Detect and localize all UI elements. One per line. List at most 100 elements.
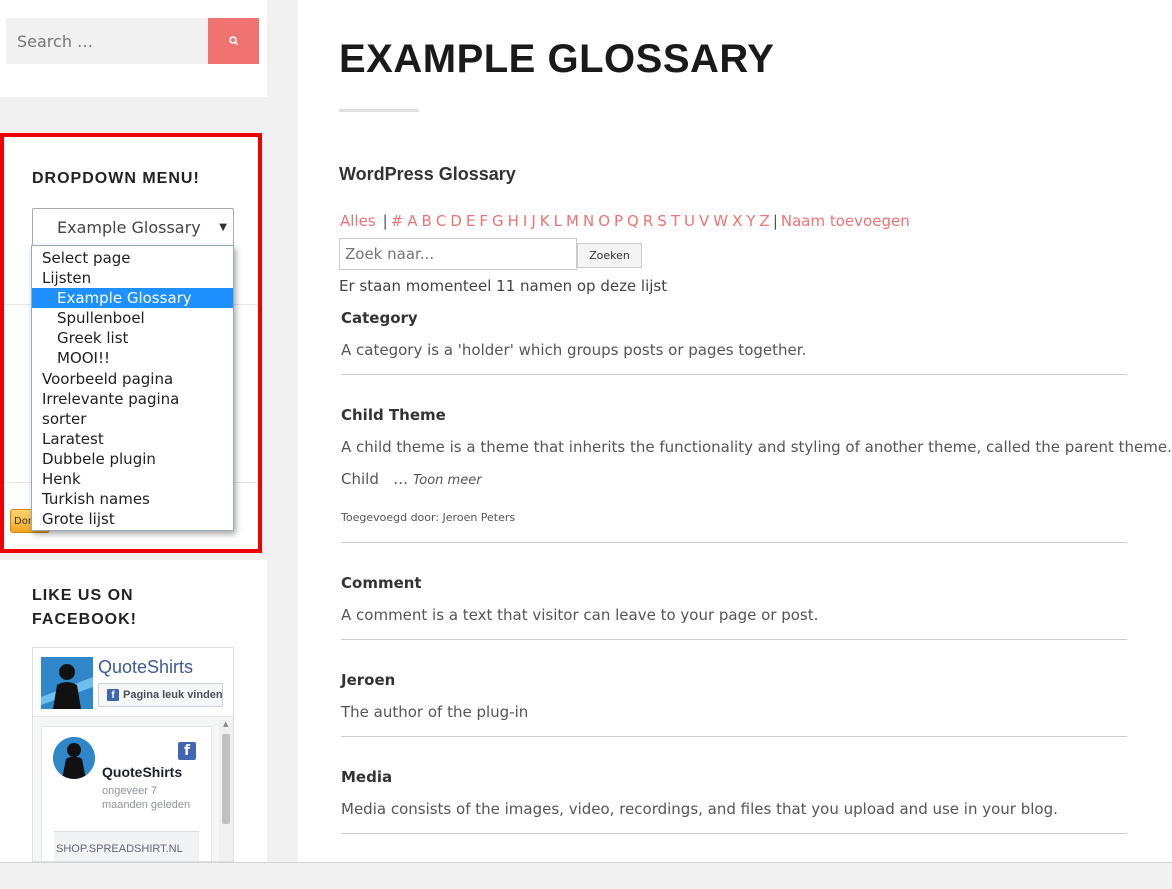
nav-letter-link[interactable]: L xyxy=(554,212,562,230)
nav-letter-link[interactable]: D xyxy=(450,212,462,230)
nav-add-name-link[interactable]: Naam toevoegen xyxy=(781,212,910,230)
nav-letter-link[interactable]: X xyxy=(732,212,742,230)
page-select-options: Select page Lijsten Example Glossary Spulle… xyxy=(31,245,234,531)
facebook-header: QuoteShirts f Pagina leuk vinden xyxy=(33,648,233,717)
nav-letter-link[interactable]: Z xyxy=(760,212,770,230)
entry-definition: The author of the plug-in xyxy=(341,703,529,721)
entry-divider xyxy=(341,542,1127,543)
entry-definition: A child theme is a theme that inherits t… xyxy=(341,438,1172,456)
facebook-like-button[interactable]: f Pagina leuk vinden xyxy=(98,683,223,707)
page-select[interactable]: Example Glossary ▼ xyxy=(32,208,234,248)
nav-letter-link[interactable]: G xyxy=(492,212,504,230)
scroll-thumb[interactable] xyxy=(222,734,230,824)
nav-letter-link[interactable]: H xyxy=(508,212,519,230)
dropdown-option[interactable]: Select page xyxy=(32,248,233,268)
post-avatar[interactable] xyxy=(53,737,95,779)
dropdown-option[interactable]: sorter xyxy=(32,409,233,429)
avatar-image-icon xyxy=(41,657,93,709)
entry-count: Er staan momenteel 11 namen op deze lijs… xyxy=(339,277,668,295)
post-link-preview[interactable]: SHOP.SPREADSHIRT.NL xyxy=(54,831,199,861)
main-content: EXAMPLE GLOSSARY WordPress Glossary Alle… xyxy=(298,0,1172,862)
entry-term: Media xyxy=(341,768,393,786)
search-button[interactable] xyxy=(208,18,259,64)
entry-author: Toegevoegd door: Jeroen Peters xyxy=(341,511,516,524)
nav-letter-link[interactable]: R xyxy=(643,212,653,230)
entry-divider xyxy=(341,833,1127,834)
entry-term: Child Theme xyxy=(341,406,446,424)
nav-letter-link[interactable]: E xyxy=(466,212,475,230)
nav-letter-link[interactable]: F xyxy=(479,212,488,230)
entry-definition-tail: Child xyxy=(341,470,379,488)
dropdown-option[interactable]: Voorbeeld pagina xyxy=(32,369,233,389)
nav-all-link[interactable]: Alles xyxy=(340,212,376,230)
entry-definition: A category is a 'holder' which groups po… xyxy=(341,341,807,359)
nav-separator: | xyxy=(382,212,388,230)
page-avatar[interactable] xyxy=(41,657,93,709)
facebook-icon: f xyxy=(178,742,196,760)
post-time[interactable]: ongeveer 7 maanden geleden xyxy=(102,784,202,812)
nav-letter-link[interactable]: A xyxy=(407,212,417,230)
nav-letter-link[interactable]: K xyxy=(540,212,550,230)
nav-letter-link[interactable]: T xyxy=(671,212,680,230)
facebook-page-name[interactable]: QuoteShirts xyxy=(98,657,193,678)
facebook-icon: f xyxy=(107,689,119,701)
nav-letter-link[interactable]: V xyxy=(699,212,709,230)
nav-letter-link[interactable]: # xyxy=(391,212,404,230)
dropdown-option[interactable]: Henk xyxy=(32,469,233,489)
nav-letter-link[interactable]: P xyxy=(614,212,623,230)
nav-letter-link[interactable]: U xyxy=(684,212,695,230)
show-more-link[interactable]: … Toon meer xyxy=(384,470,481,488)
nav-letter-link[interactable]: B xyxy=(422,212,432,230)
nav-letter-link[interactable]: Q xyxy=(627,212,639,230)
nav-letter-link[interactable]: M xyxy=(566,212,579,230)
dropdown-option[interactable]: Grote lijst xyxy=(32,509,233,529)
nav-letter-link[interactable]: I xyxy=(523,212,527,230)
entry-term: Comment xyxy=(341,574,422,592)
facebook-post: f QuoteShirts ongeveer 7 maanden geleden… xyxy=(41,726,212,861)
facebook-page-plugin: QuoteShirts f Pagina leuk vinden f Quote… xyxy=(32,647,234,862)
title-underline xyxy=(339,109,419,112)
entry-definition: A comment is a text that visitor can lea… xyxy=(341,606,819,624)
dropdown-option[interactable]: Greek list xyxy=(32,328,233,348)
search-icon xyxy=(228,36,238,46)
scroll-up-icon[interactable]: ▲ xyxy=(223,720,228,728)
entry-term: Category xyxy=(341,309,418,327)
nav-letter-link[interactable]: J xyxy=(531,212,535,230)
search-input[interactable] xyxy=(6,18,208,64)
nav-letter-link[interactable]: O xyxy=(598,212,610,230)
nav-letter-link[interactable]: C xyxy=(436,212,446,230)
entry-divider xyxy=(341,736,1127,737)
entry-definition: Media consists of the images, video, rec… xyxy=(341,800,1058,818)
facebook-like-label: Pagina leuk vinden xyxy=(123,689,223,701)
glossary-search-button[interactable]: Zoeken xyxy=(577,243,642,268)
dropdown-option[interactable]: Laratest xyxy=(32,429,233,449)
glossary-title: WordPress Glossary xyxy=(339,164,516,184)
dropdown-option[interactable]: Example Glossary xyxy=(32,288,233,309)
page-title: EXAMPLE GLOSSARY xyxy=(339,37,775,81)
nav-letter-link[interactable]: N xyxy=(583,212,594,230)
nav-letter-link[interactable]: S xyxy=(657,212,667,230)
facebook-scrollbar[interactable]: ▲ xyxy=(219,720,233,861)
window-bottom-bar xyxy=(0,862,1172,889)
dropdown-option[interactable]: Turkish names xyxy=(32,489,233,509)
dropdown-widget-title: DROPDOWN MENU! xyxy=(32,170,200,187)
dropdown-option[interactable]: Spullenboel xyxy=(32,308,233,328)
search-widget xyxy=(0,0,267,97)
alphabet-nav: Alles | # A B C D E F G H I J K L M N O P Q R S T U V W X Y Z | Naam t… xyxy=(340,212,914,230)
avatar-image-icon xyxy=(53,737,95,779)
entry-definition-continued: Child … Toon meer xyxy=(341,470,482,488)
post-author[interactable]: QuoteShirts xyxy=(102,764,182,780)
entry-divider xyxy=(341,374,1127,375)
dropdown-option[interactable]: Dubbele plugin xyxy=(32,449,233,469)
dropdown-option[interactable]: MOOI!! xyxy=(32,348,233,368)
dropdown-option[interactable]: Lijsten xyxy=(32,268,233,288)
entry-divider xyxy=(341,639,1127,640)
glossary-search-input[interactable] xyxy=(339,238,577,270)
nav-letter-link[interactable]: W xyxy=(713,212,728,230)
nav-letter-link[interactable]: Y xyxy=(746,212,755,230)
dropdown-arrow-icon: ▼ xyxy=(219,222,227,233)
entry-term: Jeroen xyxy=(341,671,396,689)
dropdown-option[interactable]: Irrelevante pagina xyxy=(32,389,233,409)
facebook-widget: LIKE US ON FACEBOOK! QuoteShirts f Pagin… xyxy=(0,560,267,862)
nav-separator: | xyxy=(772,212,778,230)
